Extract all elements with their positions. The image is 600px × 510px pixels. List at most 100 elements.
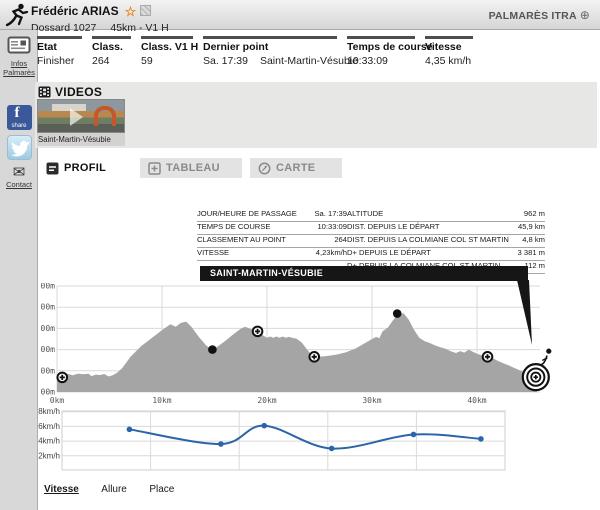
facebook-icon: f share [7,105,32,130]
info-value: 10:33:09 [317,222,347,233]
facebook-f: f [15,105,20,122]
sidebar-item-twitter[interactable] [0,135,38,160]
facebook-share-label: share [7,123,32,129]
runner-subtitle: Dossard 102745km - V1 H [31,22,169,34]
info-row: CLASSEMENT AU POINT 264 [197,235,347,248]
stat-value: 264 [92,55,131,67]
palmares-itra-label: PALMARÈS ITRA [489,10,577,22]
svg-text:6km/h: 6km/h [38,422,60,431]
runner-icon [4,2,30,33]
videos-panel: VIDEOS Saint-Martin-Vésubie [35,82,597,148]
runner-identity: Frédéric ARIAS ☆ Dossard 102745km - V1 H [31,2,169,34]
info-label: DIST. DEPUIS LA COLMIANE COL ST MARTIN [347,235,509,246]
last-point-time: Sa. 17:39 [203,55,248,67]
stat-label: Vitesse [425,41,473,53]
stat-value: 59 [141,55,193,67]
dossard-number: Dossard 1027 [31,22,96,34]
svg-text:40km: 40km [467,396,486,405]
profile-chart-icon [46,162,59,175]
info-value: 4,8 km [522,235,545,246]
info-value: 4,23km/h [316,248,347,259]
svg-text:3100m: 3100m [40,283,55,291]
tab-profil[interactable]: PROFIL [38,158,114,178]
info-label: TEMPS DE COURSE [197,222,270,233]
tab-tableau-label: TABLEAU [166,162,220,174]
info-row: VITESSE 4,23km/h [197,248,347,261]
stat-label: Dernier point [203,41,337,53]
play-icon [70,108,83,126]
videos-header: VIDEOS [35,82,597,99]
badge-icon[interactable] [140,5,151,16]
last-point-place: Saint-Martin-Vésubie [260,55,358,67]
page: Frédéric ARIAS☆ Dossard 102745km - V1 H … [0,0,600,510]
film-icon [38,86,51,98]
stat-label: Class. [92,41,131,53]
svg-text:8km/h: 8km/h [38,407,60,416]
contact-label: Contact [0,181,38,190]
info-row: D+ DEPUIS LE DÉPART 3 381 m [347,248,545,261]
info-value: 3 381 m [518,248,545,259]
sidebar-item-facebook-share[interactable]: f share [0,105,38,130]
stat-value: Sa. 17:39Saint-Martin-Vésubie [203,55,337,67]
info-label: ALTITUDE [347,209,383,220]
tooltip-pointer [510,280,538,348]
checkpoint-tooltip: SAINT-MARTIN-VÉSUBIE [200,266,528,281]
info-value: Sa. 17:39 [314,209,347,220]
video-thumbnail-caption: Saint-Martin-Vésubie [37,133,125,146]
svg-text:2600m: 2600m [40,303,55,312]
runner-stats-row: Etat Finisher Class. 264 Class. V1 H 59 … [37,36,483,67]
svg-text:1600m: 1600m [40,345,55,354]
stat-dernier-point: Dernier point Sa. 17:39Saint-Martin-Vésu… [203,36,337,67]
info-value: 264 [334,235,347,246]
stat-value: Finisher [37,55,82,67]
svg-text:4km/h: 4km/h [38,437,60,446]
tab-allure[interactable]: Allure [101,484,127,495]
stat-label: Class. V1 H [141,41,193,53]
info-label: DIST. DEPUIS LE DÉPART [347,222,440,233]
info-label: CLASSEMENT AU POINT [197,235,286,246]
palmares-itra-button[interactable]: PALMARÈS ITRA⊕ [489,8,590,22]
tab-profil-label: PROFIL [64,162,106,174]
stat-class: Class. 264 [92,36,131,67]
compass-icon [258,162,271,175]
passage-info-left: JOUR/HEURE DE PASSAGESa. 17:39 TEMPS DE … [197,209,347,261]
id-card-icon [7,36,31,54]
info-row: DIST. DEPUIS LA COLMIANE COL ST MARTIN 4,… [347,235,545,248]
info-label: D+ DEPUIS LE DÉPART [347,248,431,259]
tab-carte[interactable]: CARTE [250,158,342,178]
runner-name: Frédéric ARIAS [31,4,119,18]
svg-text:20km: 20km [257,396,276,405]
svg-text:0km: 0km [50,396,65,405]
twitter-icon [7,135,32,160]
video-thumbnail[interactable]: Saint-Martin-Vésubie [37,99,125,146]
sidebar-item-infos-palmares[interactable]: Infos Palmarès [0,36,38,77]
tab-tableau[interactable]: TABLEAU [140,158,242,178]
info-row: TEMPS DE COURSE 10:33:09 [197,222,347,235]
tab-carte-label: CARTE [276,162,315,174]
envelope-icon: ✉ [0,166,38,180]
header-bar: Frédéric ARIAS☆ Dossard 102745km - V1 H … [0,0,600,30]
info-value: 962 m [524,209,545,220]
svg-text:1100m: 1100m [40,366,55,375]
passage-info-right: ALTITUDE 962 m DIST. DEPUIS LE DÉPART45,9… [347,209,545,274]
favorite-star-icon[interactable]: ☆ [125,4,137,20]
stat-class-v1h: Class. V1 H 59 [141,36,193,67]
info-row: ALTITUDE 962 m [347,209,545,222]
tab-vitesse[interactable]: Vitesse [44,484,79,495]
video-thumbnail-image [37,99,125,133]
sidebar: Infos Palmarès f share ✉ Contact [0,30,38,510]
stat-vitesse: Vitesse 4,35 km/h [425,36,473,67]
info-row: DIST. DEPUIS LE DÉPART45,9 km [347,222,545,235]
tab-place[interactable]: Place [149,484,174,495]
sidebar-item-contact[interactable]: ✉ Contact [0,166,38,190]
stat-etat: Etat Finisher [37,36,82,67]
stat-label: Etat [37,41,82,53]
speed-chart[interactable]: 8km/h6km/h4km/h2km/h [35,406,600,476]
svg-text:10km: 10km [152,396,171,405]
info-label: VITESSE [197,248,229,259]
stat-temps-de-course: Temps de course 10:33:09 [347,36,415,67]
stat-label: Temps de course [347,41,415,53]
videos-title: VIDEOS [55,85,102,99]
metric-tabs: Vitesse Allure Place [44,479,192,497]
infos-palmares-label: Infos Palmarès [0,60,38,77]
